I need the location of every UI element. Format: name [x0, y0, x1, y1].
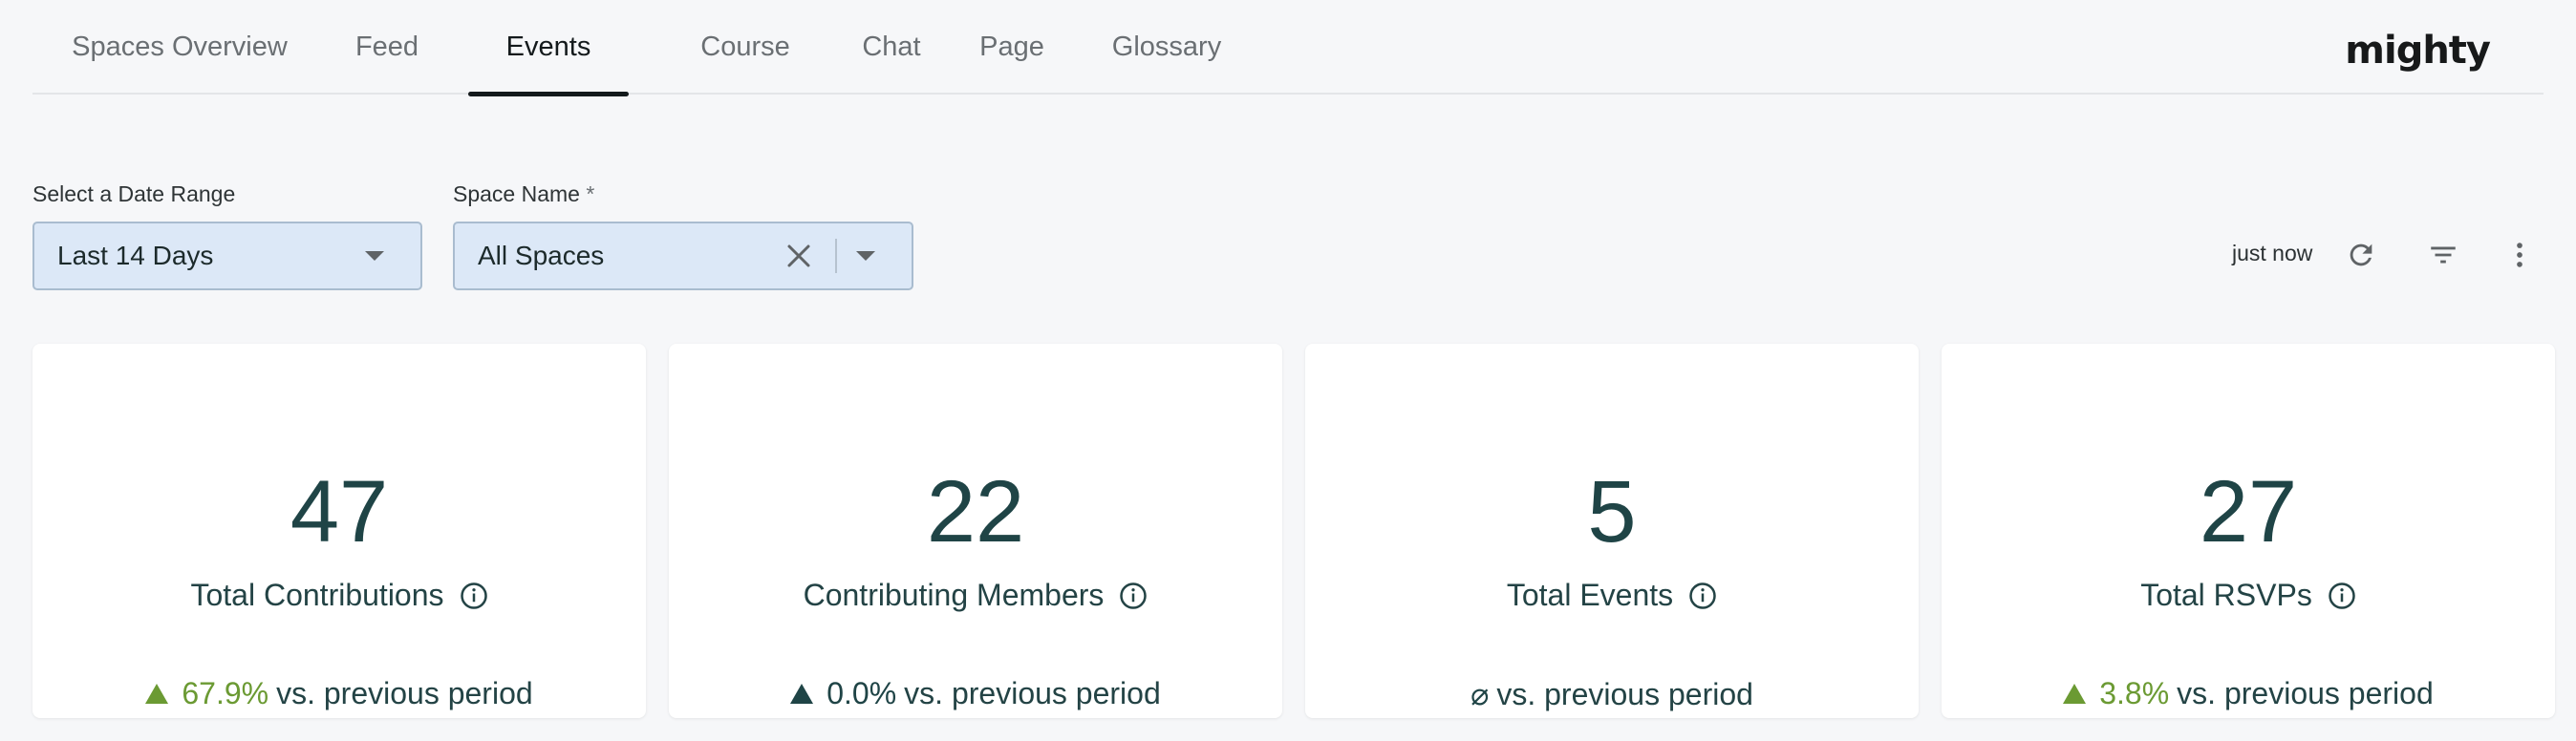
- tab-events[interactable]: Events: [468, 0, 629, 96]
- metric-label: Total Events: [1305, 578, 1919, 613]
- info-icon[interactable]: [1119, 582, 1148, 610]
- metric-comparison: 0.0% vs. previous period: [669, 676, 1282, 711]
- trend-up-icon: [790, 684, 814, 704]
- space-name-label: Space Name *: [453, 181, 594, 207]
- metric-value: 22: [926, 463, 1025, 561]
- comparison-text: vs. previous period: [1496, 676, 1753, 711]
- chevron-down-icon: [365, 251, 384, 261]
- metric-delta: 67.9%: [182, 676, 269, 710]
- trend-up-icon: [145, 684, 169, 704]
- metric-label-text: Total Contributions: [190, 578, 444, 612]
- filter-icon[interactable]: [2427, 239, 2459, 271]
- metric-label: Total Contributions: [32, 578, 646, 613]
- metric-label: Contributing Members: [669, 578, 1282, 613]
- empty-set-icon: ⌀: [1470, 677, 1490, 711]
- last-updated-text: just now: [2232, 241, 2313, 265]
- space-name-value: All Spaces: [478, 241, 605, 270]
- metric-card-total-rsvps: 27 Total RSVPs 3.8% vs. previous period: [1942, 344, 2555, 718]
- metric-comparison: 67.9% vs. previous period: [32, 676, 646, 711]
- metric-delta: 0.0%: [826, 676, 897, 710]
- space-name-select[interactable]: All Spaces: [453, 222, 913, 290]
- metric-comparison: 3.8% vs. previous period: [1942, 676, 2555, 711]
- clear-icon[interactable]: [785, 243, 812, 269]
- tab-glossary[interactable]: Glossary: [1095, 0, 1238, 95]
- tab-bar: Spaces Overview Feed Events Course Chat …: [32, 0, 2544, 96]
- tab-label: Page: [979, 32, 1044, 62]
- chevron-down-icon[interactable]: [856, 251, 875, 261]
- refresh-icon[interactable]: [2345, 239, 2377, 271]
- tab-label: Spaces Overview: [72, 32, 288, 62]
- metric-label: Total RSVPs: [1942, 578, 2555, 613]
- tab-page[interactable]: Page: [955, 0, 1068, 95]
- metric-value: 5: [1587, 463, 1637, 561]
- tab-label: Glossary: [1111, 32, 1222, 62]
- metric-value: 27: [2199, 463, 2298, 561]
- tab-label: Chat: [862, 32, 921, 62]
- tab-feed[interactable]: Feed: [348, 0, 426, 95]
- required-mark: *: [586, 181, 595, 206]
- tab-chat[interactable]: Chat: [835, 0, 948, 95]
- metric-label-text: Contributing Members: [803, 578, 1105, 612]
- comparison-text: vs. previous period: [276, 676, 533, 710]
- space-name-label-text: Space Name: [453, 181, 580, 206]
- date-range-value: Last 14 Days: [57, 241, 214, 270]
- comparison-text: vs. previous period: [904, 676, 1161, 710]
- info-icon[interactable]: [1688, 582, 1717, 610]
- comparison-text: vs. previous period: [2177, 676, 2434, 710]
- metric-label-text: Total Events: [1506, 578, 1674, 612]
- date-range-label: Select a Date Range: [32, 181, 236, 206]
- metric-card-total-events: 5 Total Events ⌀ vs. previous period: [1305, 344, 1919, 718]
- metric-label-text: Total RSVPs: [2140, 578, 2312, 612]
- more-vertical-icon[interactable]: [2503, 239, 2536, 271]
- info-icon[interactable]: [460, 582, 488, 610]
- info-icon[interactable]: [2328, 582, 2356, 610]
- metric-card-contributing-members: 22 Contributing Members 0.0% vs. previou…: [669, 344, 1282, 718]
- metric-card-total-contributions: 47 Total Contributions 67.9% vs. previou…: [32, 344, 646, 718]
- metric-comparison: ⌀ vs. previous period: [1305, 676, 1919, 712]
- tab-label: Course: [700, 32, 790, 62]
- date-range-select[interactable]: Last 14 Days: [32, 222, 422, 290]
- metric-value: 47: [290, 463, 389, 561]
- metric-delta: 3.8%: [2099, 676, 2170, 710]
- tab-label: Events: [505, 32, 591, 62]
- select-divider: [835, 239, 837, 273]
- tab-spaces-overview[interactable]: Spaces Overview: [71, 0, 289, 95]
- tab-course[interactable]: Course: [669, 0, 822, 95]
- tab-label: Feed: [354, 32, 419, 62]
- brand-logo: mighty: [2345, 29, 2491, 73]
- trend-up-icon: [2063, 684, 2087, 704]
